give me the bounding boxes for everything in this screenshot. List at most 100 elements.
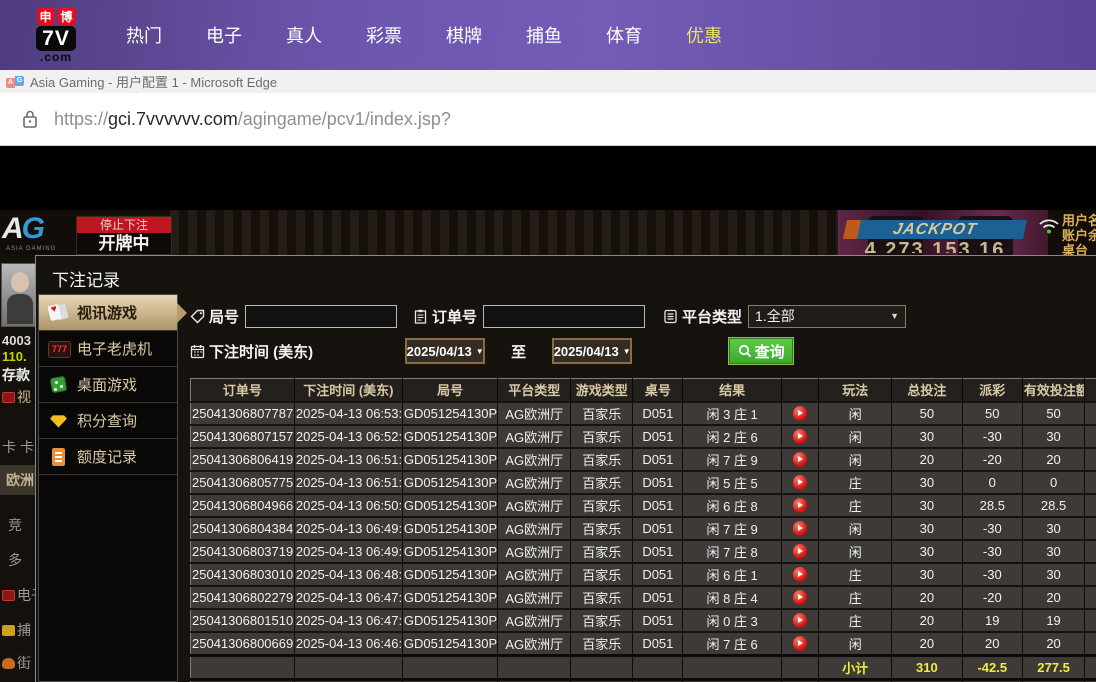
cell-status: 已派彩 bbox=[1084, 630, 1096, 655]
date-from-picker[interactable]: 2025/04/13 ▼ bbox=[405, 338, 486, 364]
cell-play-icon-cell bbox=[781, 584, 820, 609]
clipboard-icon bbox=[414, 309, 427, 324]
cell-play-icon-cell bbox=[781, 515, 820, 540]
play-icon[interactable] bbox=[793, 567, 808, 583]
card-icon bbox=[2, 392, 15, 403]
nav-item-4[interactable]: 棋牌 bbox=[446, 22, 482, 48]
modal-sidebar-item-3[interactable]: 积分查询 bbox=[39, 403, 177, 439]
modal-title: 下注记录 bbox=[52, 271, 120, 290]
cell-round-id: GD051254130PH bbox=[402, 538, 499, 563]
lobby-item-kaka[interactable]: 卡卡 bbox=[2, 437, 35, 457]
platform-select[interactable]: 1.全部 ▼ bbox=[748, 304, 907, 328]
play-icon[interactable] bbox=[793, 498, 808, 514]
nav-item-7[interactable]: 优惠 bbox=[686, 22, 722, 48]
play-icon[interactable] bbox=[793, 429, 808, 445]
lobby-item-duo[interactable]: 多 bbox=[8, 550, 22, 570]
table-row: 2504130680438472025-04-13 06:49:44GD0512… bbox=[190, 515, 1096, 540]
play-icon[interactable] bbox=[793, 636, 808, 652]
subtotal-table-no bbox=[632, 653, 684, 679]
play-icon[interactable] bbox=[793, 613, 808, 629]
nav-item-3[interactable]: 彩票 bbox=[366, 22, 402, 48]
label-username: 用户名 bbox=[1062, 213, 1096, 228]
list-icon bbox=[664, 309, 677, 323]
cell-total-bet: 30 bbox=[891, 538, 963, 563]
nav-item-6[interactable]: 体育 bbox=[606, 22, 642, 48]
cell-valid-bet: 20 bbox=[1022, 584, 1086, 609]
play-icon[interactable] bbox=[793, 521, 808, 537]
round-input[interactable] bbox=[245, 304, 398, 328]
address-bar[interactable]: https://gci.7vvvvvv.com/agingame/pcv1/in… bbox=[0, 93, 1096, 146]
cell-table-no: D051 bbox=[632, 515, 684, 540]
cell-platform: AG欧洲厅 bbox=[497, 446, 572, 471]
cell-result: 闲 7 庄 8 bbox=[682, 538, 782, 563]
cell-payout: 28.5 bbox=[962, 492, 1023, 517]
url-text[interactable]: https://gci.7vvvvvv.com/agingame/pcv1/in… bbox=[54, 109, 451, 130]
search-button-label: 查询 bbox=[754, 343, 785, 361]
subtotal-round-id bbox=[402, 653, 499, 679]
cell-valid-bet: 20 bbox=[1022, 630, 1086, 655]
play-icon[interactable] bbox=[793, 475, 808, 491]
cell-status: 已派彩 bbox=[1084, 446, 1096, 471]
table-row: 2504130680715772025-04-13 06:52:32GD0512… bbox=[190, 423, 1096, 448]
cell-bet-time: 2025-04-13 06:49:44 bbox=[294, 515, 403, 540]
lobby-item-video[interactable]: 视 bbox=[2, 387, 31, 407]
date-to-picker[interactable]: 2025/04/13 ▼ bbox=[552, 338, 633, 364]
modal-sidebar-item-2[interactable]: 桌面游戏 bbox=[39, 367, 177, 403]
cell-bet-time: 2025-04-13 06:50:19 bbox=[294, 492, 403, 517]
cell-round-id: GD051254130PM bbox=[402, 423, 499, 448]
cell-payout: -30 bbox=[962, 561, 1023, 586]
lobby-item-arcade[interactable]: 街 bbox=[2, 653, 31, 673]
cell-status: 已派彩 bbox=[1084, 561, 1096, 586]
nav-item-5[interactable]: 捕鱼 bbox=[526, 22, 562, 48]
cell-game-type: 百家乐 bbox=[570, 538, 634, 563]
cell-status: 已派彩 bbox=[1084, 400, 1096, 425]
lobby-item-fishing[interactable]: 捕 bbox=[2, 620, 31, 640]
nav-item-2[interactable]: 真人 bbox=[286, 22, 322, 48]
cell-order-id: 250413068077878 bbox=[190, 400, 295, 425]
cell-bet-time: 2025-04-13 06:46:19 bbox=[294, 630, 403, 655]
header-result: 结果 bbox=[682, 378, 782, 402]
ag-favicon-icon: AG bbox=[6, 75, 24, 88]
nav-item-1[interactable]: 电子 bbox=[206, 22, 242, 48]
filter-row-1: 局号 订单号 平台类型 1.全部 ▼ bbox=[190, 302, 1096, 330]
bet-records-modal: 下注记录 视讯游戏电子老虎机桌面游戏积分查询额度记录 局号 订单号 bbox=[35, 255, 1096, 682]
play-icon[interactable] bbox=[793, 590, 808, 606]
cell-bet-time: 2025-04-13 06:52:32 bbox=[294, 423, 403, 448]
modal-sidebar-item-label: 额度记录 bbox=[77, 449, 138, 466]
header-bet-time: 下注时间 (美东) bbox=[294, 378, 403, 402]
cell-game-type: 百家乐 bbox=[570, 469, 634, 494]
order-input[interactable] bbox=[483, 304, 646, 328]
cell-valid-bet: 30 bbox=[1022, 515, 1086, 540]
lobby-item-jing[interactable]: 竞 bbox=[8, 515, 22, 535]
cell-payout: 0 bbox=[962, 469, 1023, 494]
header-play-icon-cell bbox=[781, 378, 820, 402]
fishing-mini-icon bbox=[2, 625, 15, 636]
search-button[interactable]: 查询 bbox=[728, 337, 795, 365]
avatar bbox=[1, 263, 35, 327]
slot-icon bbox=[48, 339, 71, 359]
subtotal-platform bbox=[497, 653, 572, 679]
play-icon[interactable] bbox=[793, 452, 808, 468]
site-logo[interactable]: 申 博 7V .com bbox=[28, 7, 84, 63]
nav-item-0[interactable]: 热门 bbox=[126, 22, 162, 48]
modal-sidebar-item-4[interactable]: 额度记录 bbox=[39, 439, 177, 475]
screen: 申 博 7V .com 热门 电子 真人 彩票 棋牌 捕鱼 体育 优惠 AG Asia Gam… bbox=[0, 0, 1096, 682]
header-total-bet: 总投注 bbox=[891, 378, 963, 402]
cell-order-id: 250413068049662 bbox=[190, 492, 295, 517]
cell-table-no: D051 bbox=[632, 607, 684, 632]
modal-sidebar-item-1[interactable]: 电子老虎机 bbox=[39, 331, 177, 367]
deposit-button[interactable]: 存款 bbox=[2, 365, 30, 385]
lobby-item-europe[interactable]: 欧洲 bbox=[0, 465, 35, 495]
cell-platform: AG欧洲厅 bbox=[497, 423, 572, 448]
round-label: 局号 bbox=[190, 306, 239, 327]
cell-order-id: 250413068064191 bbox=[190, 446, 295, 471]
ag-logo: AG bbox=[2, 212, 45, 246]
cell-order-id: 250413068043847 bbox=[190, 515, 295, 540]
cell-play: 庄 bbox=[818, 607, 893, 632]
play-icon[interactable] bbox=[793, 406, 808, 422]
play-icon[interactable] bbox=[793, 544, 808, 560]
lobby-item-slots[interactable]: 电子 bbox=[2, 585, 35, 605]
cell-play-icon-cell bbox=[781, 630, 820, 655]
modal-sidebar-item-0[interactable]: 视讯游戏 bbox=[39, 295, 187, 331]
cell-bet-time: 2025-04-13 06:49:08 bbox=[294, 538, 403, 563]
